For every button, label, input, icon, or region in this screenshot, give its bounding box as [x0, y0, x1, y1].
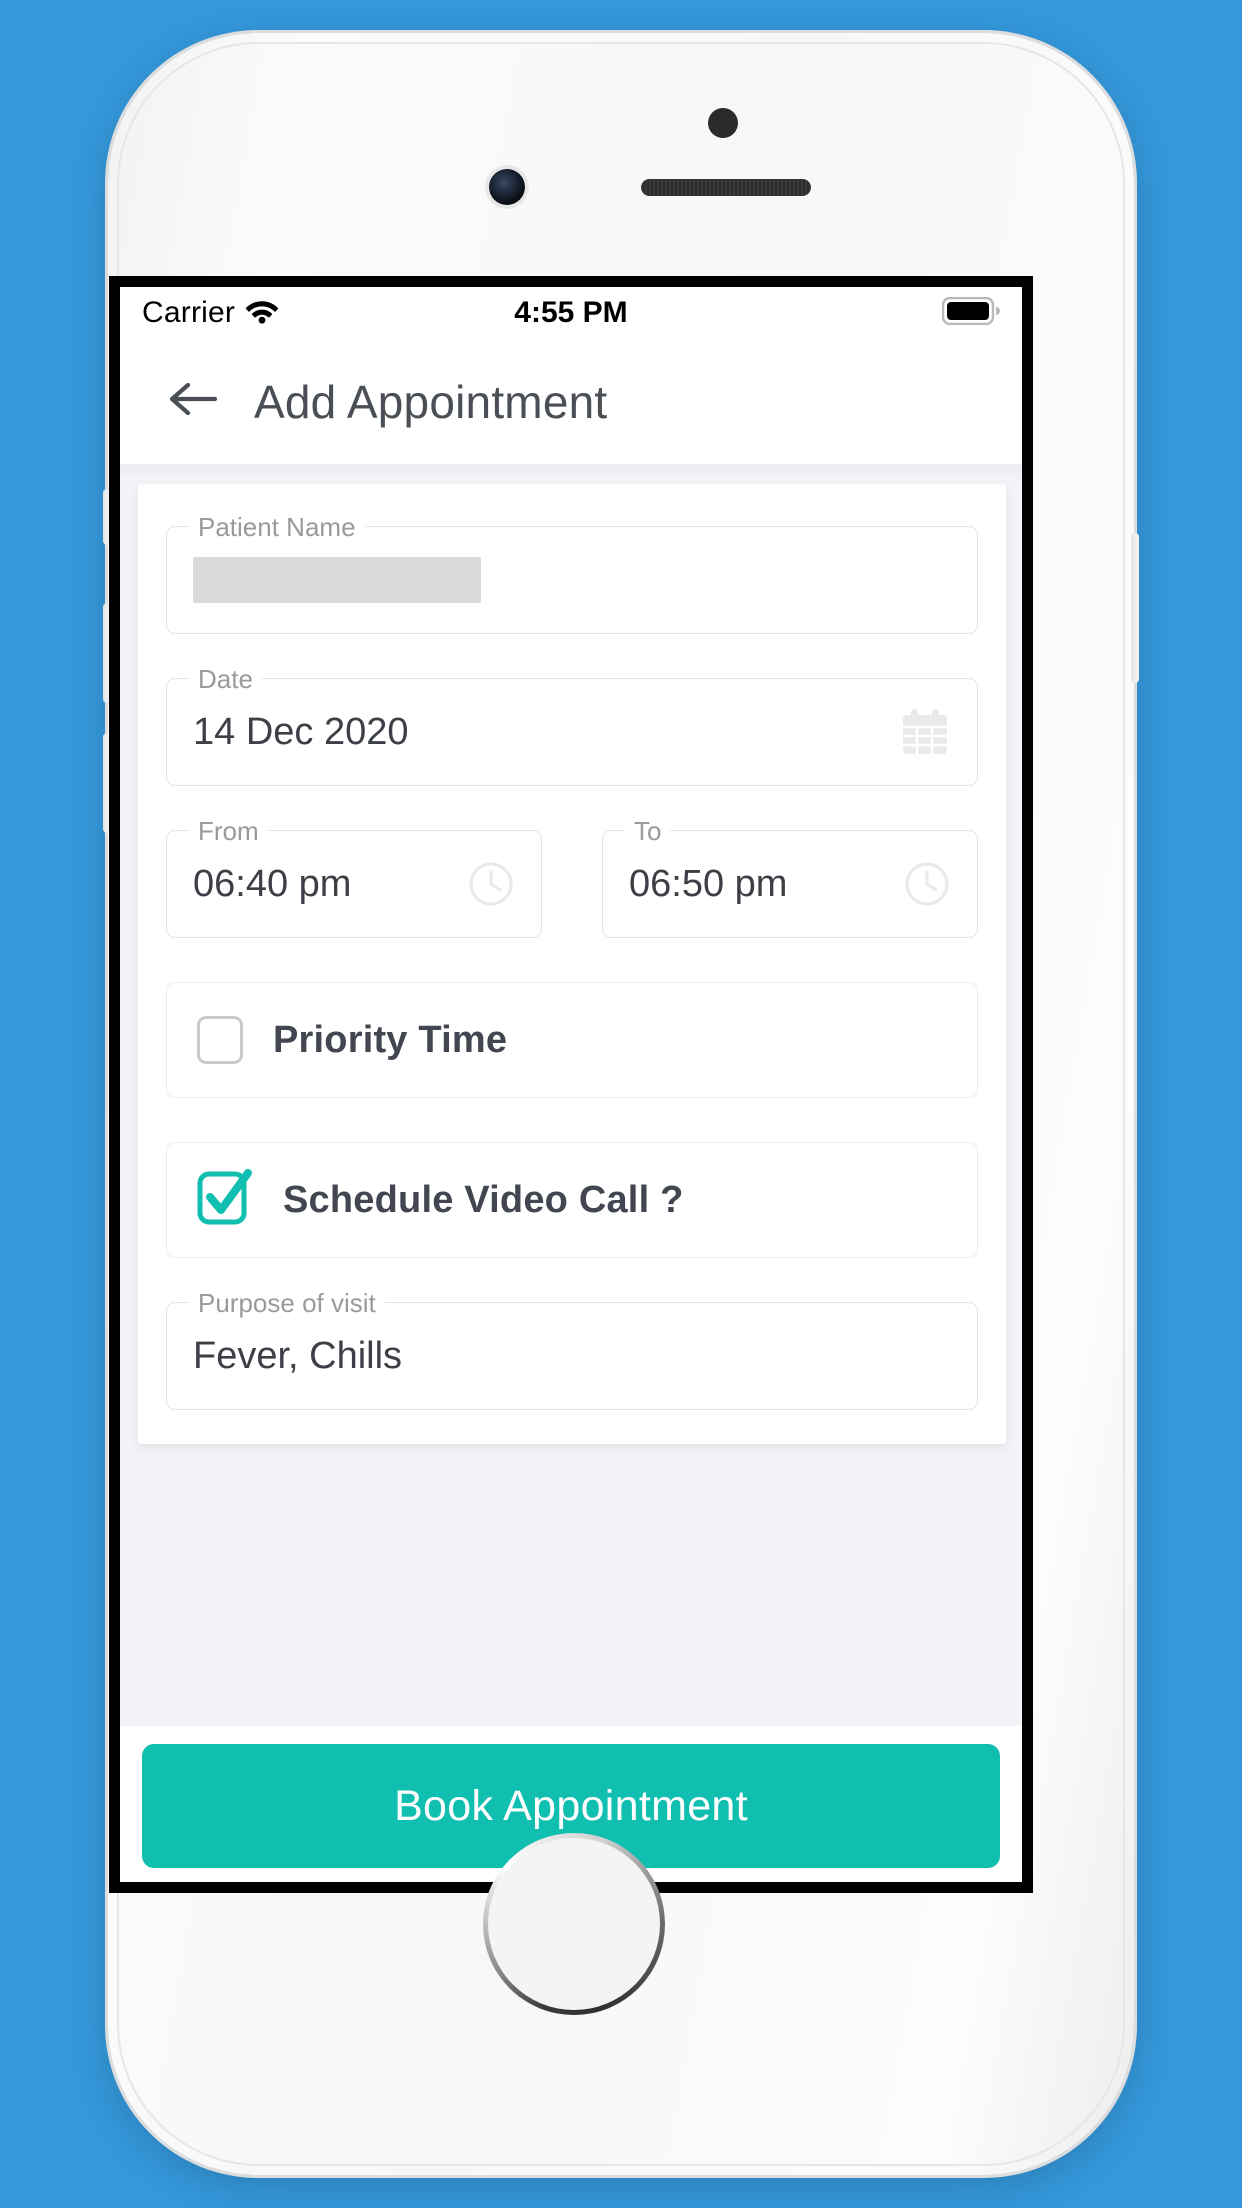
purpose-of-visit-label: Purpose of visit	[189, 1288, 385, 1318]
from-time-value: 06:40 pm	[193, 862, 352, 905]
from-time-field[interactable]: From 06:40 pm	[166, 816, 542, 938]
to-time-value: 06:50 pm	[629, 862, 788, 905]
checkbox-unchecked-icon[interactable]	[197, 1016, 243, 1064]
app-bar: Add Appointment	[120, 339, 1022, 464]
date-label: Date	[189, 664, 262, 694]
patient-name-label: Patient Name	[189, 512, 365, 542]
schedule-video-call-row[interactable]: Schedule Video Call ?	[166, 1142, 978, 1258]
front-camera	[489, 169, 525, 205]
status-bar-right	[941, 296, 1000, 330]
proximity-sensor	[708, 108, 738, 138]
checkbox-checked-icon[interactable]	[197, 1168, 253, 1232]
earpiece-speaker	[641, 179, 811, 196]
purpose-of-visit-field[interactable]: Purpose of visit Fever, Chills	[166, 1288, 978, 1410]
patient-name-value-redacted	[193, 557, 481, 603]
arrow-left-icon	[168, 379, 220, 424]
purpose-of-visit-value: Fever, Chills	[193, 1334, 403, 1377]
carrier-label: Carrier	[142, 296, 236, 329]
clock-icon[interactable]	[467, 860, 515, 908]
app-bar-divider	[120, 464, 1022, 474]
form-scroll-area: Patient Name Date 14 Dec 2020 From 06:40…	[120, 474, 1022, 1882]
calendar-icon[interactable]	[899, 706, 951, 758]
power-button[interactable]	[1131, 533, 1139, 683]
patient-name-field[interactable]: Patient Name	[166, 512, 978, 634]
time-range-row: From 06:40 pm To 06:50 pm	[166, 816, 978, 938]
date-value: 14 Dec 2020	[193, 710, 409, 753]
from-time-label: From	[189, 816, 268, 846]
schedule-video-call-label: Schedule Video Call ?	[283, 1178, 684, 1221]
wifi-icon	[245, 298, 279, 329]
priority-time-row[interactable]: Priority Time	[166, 982, 978, 1098]
date-field[interactable]: Date 14 Dec 2020	[166, 664, 978, 786]
status-bar-left: Carrier	[142, 296, 279, 330]
home-button[interactable]	[483, 1833, 665, 2015]
priority-time-label: Priority Time	[273, 1018, 508, 1061]
back-button[interactable]	[166, 374, 222, 430]
phone-device: Carrier 4:55 PM Add Appointment Patient …	[103, 33, 1139, 2175]
status-bar: Carrier 4:55 PM	[120, 287, 1022, 339]
appointment-form-card: Patient Name Date 14 Dec 2020 From 06:40…	[138, 484, 1006, 1444]
to-time-field[interactable]: To 06:50 pm	[602, 816, 978, 938]
clock-icon[interactable]	[903, 860, 951, 908]
phone-screen: Carrier 4:55 PM Add Appointment Patient …	[109, 276, 1033, 1893]
to-time-label: To	[625, 816, 671, 846]
page-title: Add Appointment	[254, 375, 608, 428]
battery-full-icon	[941, 296, 1000, 330]
